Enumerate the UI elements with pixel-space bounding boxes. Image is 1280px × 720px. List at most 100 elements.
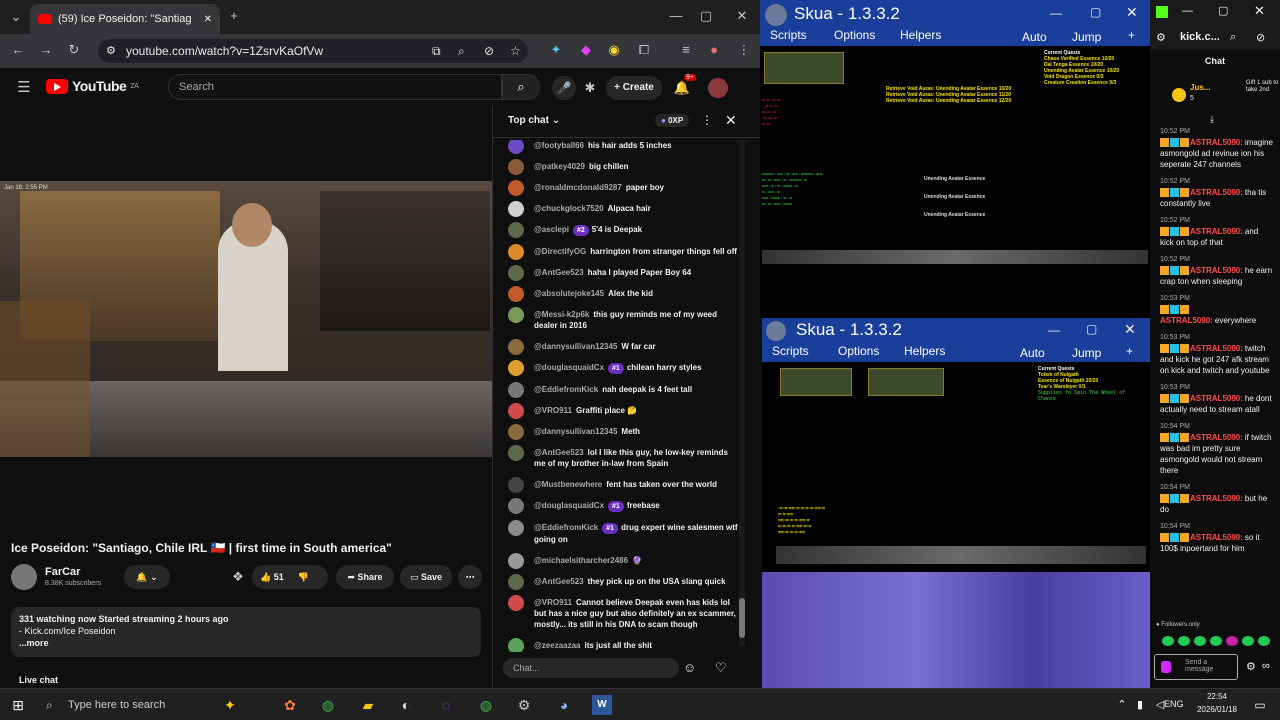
eye-off-icon[interactable]: ⊘: [1256, 31, 1265, 44]
youtube-logo[interactable]: YouTube ZA: [46, 78, 139, 94]
menu-auto[interactable]: Auto: [1020, 346, 1045, 360]
bookmark-star-icon[interactable]: ☆: [510, 39, 521, 63]
language-indicator[interactable]: ENG: [1164, 699, 1184, 709]
chat-author[interactable]: @douglasquaidCx: [534, 501, 604, 510]
chat-author[interactable]: @absolutejoke145: [534, 289, 604, 298]
chat-author[interactable]: @AntGee523: [534, 448, 584, 457]
hamburger-menu-icon[interactable]: ☰: [14, 78, 34, 98]
chat-author[interactable]: @EddiefromKick: [534, 385, 598, 394]
minimize-icon[interactable]: —: [666, 6, 686, 26]
create-button[interactable]: + Create: [606, 76, 662, 100]
chat-author[interactable]: @dannysullivan12345: [534, 427, 617, 436]
chat-avatar[interactable]: [508, 201, 524, 217]
extensions-puzzle-icon[interactable]: ⧠: [634, 40, 654, 60]
chat-avatar[interactable]: [508, 403, 524, 419]
chat-avatar[interactable]: [508, 339, 524, 355]
kick-username[interactable]: ASTRAL5090:: [1190, 394, 1243, 403]
chrome-menu-icon[interactable]: ⋮: [734, 40, 754, 60]
more-actions-button[interactable]: ⋯: [458, 565, 482, 589]
extension-icon[interactable]: ✦: [546, 40, 566, 60]
chat-avatar[interactable]: [508, 180, 524, 196]
target-entry[interactable]: Unending Avatar Essence: [924, 212, 1004, 218]
chat-author[interactable]: @Mustbenewhere: [534, 480, 602, 489]
share-button[interactable]: ➦ Share: [336, 565, 394, 589]
chat-author[interactable]: @dannysullivan12345: [534, 342, 617, 351]
chat-input[interactable]: Chat...: [503, 658, 679, 678]
taskbar-search-input[interactable]: ⌕ Type here to search: [38, 693, 248, 717]
channel-avatar[interactable]: [11, 564, 37, 590]
reload-icon[interactable]: ↻: [64, 40, 84, 60]
chat-author[interactable]: @chuckglock7520: [534, 204, 604, 213]
close-icon[interactable]: ✕: [1124, 321, 1136, 338]
url-input[interactable]: ⚙ youtube.com/watch?v=1ZsrvKaOfVw ⧉ ⌕ ⊘ …: [98, 39, 528, 63]
emote-bar[interactable]: [1162, 636, 1272, 648]
like-button[interactable]: 👍 51 👎: [252, 565, 328, 589]
file-explorer-icon[interactable]: ▰: [358, 695, 378, 715]
zoom-icon[interactable]: ⌕: [1230, 31, 1236, 44]
chat-author[interactable]: @ronaldmcdonald9287: [534, 183, 622, 192]
network-icon[interactable]: ▮: [1130, 695, 1150, 715]
minimize-icon[interactable]: —: [1182, 5, 1193, 17]
menu-options[interactable]: Options: [838, 344, 879, 358]
tab-list-icon[interactable]: ⌄: [6, 7, 26, 27]
menu-jump[interactable]: Jump: [1072, 30, 1101, 44]
chat-author[interactable]: @VRO911: [534, 598, 572, 607]
skua-taskbar-icon[interactable]: ◕: [554, 695, 574, 715]
chat-avatar[interactable]: [508, 265, 524, 281]
add-icon[interactable]: +: [1126, 344, 1133, 358]
top-chat-dropdown[interactable]: Top chat ⌄: [508, 115, 560, 126]
chat-avatar[interactable]: [508, 638, 524, 652]
settings-icon[interactable]: ⚙: [514, 695, 534, 715]
notifications-bell-icon[interactable]: 🔔: [672, 78, 692, 98]
target-entry[interactable]: Unending Avatar Essence: [924, 176, 1004, 182]
cast-icon[interactable]: ⧉: [432, 39, 441, 63]
close-window-icon[interactable]: ✕: [732, 6, 752, 26]
channel-name[interactable]: FarCar: [45, 566, 80, 578]
chat-more-icon[interactable]: ⋮: [701, 113, 713, 127]
chat-avatar[interactable]: [508, 222, 524, 238]
app-icon[interactable]: ◐: [396, 695, 416, 715]
maximize-icon[interactable]: ▢: [1086, 322, 1097, 336]
chat-avatar[interactable]: [508, 498, 524, 514]
chat-avatar[interactable]: [508, 360, 524, 376]
chrome-icon-2[interactable]: ◍: [476, 695, 496, 715]
minimize-icon[interactable]: —: [1048, 323, 1060, 337]
subscribe-bell-button[interactable]: 🔔 ⌄: [124, 565, 170, 589]
profile-icon[interactable]: ●: [704, 40, 724, 60]
extension-icon-2[interactable]: ◆: [576, 40, 596, 60]
chrome-icon[interactable]: ◍: [318, 695, 338, 715]
maximize-icon[interactable]: ▢: [1218, 4, 1228, 17]
chat-avatar[interactable]: [508, 574, 524, 590]
menu-auto[interactable]: Auto: [1022, 30, 1047, 44]
chat-author[interactable]: @asclepi: [534, 225, 569, 234]
new-tab-icon[interactable]: +: [224, 6, 244, 26]
chat-avatar[interactable]: [508, 382, 524, 398]
video-player[interactable]: Jan 18, 2:55 PM: [0, 181, 492, 457]
search-button[interactable]: ⌕: [502, 74, 540, 100]
kick-username[interactable]: ASTRAL5090:: [1190, 494, 1243, 503]
kick-username[interactable]: ASTRAL5090:: [1190, 188, 1243, 197]
chat-author[interactable]: @EddiefromKick: [534, 523, 598, 532]
chat-avatar[interactable]: [508, 520, 524, 536]
chat-author[interactable]: @michaelsitharcher2486: [534, 556, 628, 565]
chat-avatar[interactable]: [508, 307, 524, 323]
game-action-bar[interactable]: [776, 546, 1146, 564]
heart-icon[interactable]: ♡: [715, 660, 727, 676]
app-icon-2[interactable]: ◌: [436, 695, 456, 715]
chat-author[interactable]: @Messi-k2p6k: [534, 310, 589, 319]
kick-username[interactable]: ASTRAL5090:: [1190, 533, 1243, 542]
menu-scripts[interactable]: Scripts: [772, 344, 809, 358]
chat-author[interactable]: @VRO911: [534, 406, 572, 415]
chat-avatar[interactable]: [508, 244, 524, 260]
chat-close-icon[interactable]: ✕: [725, 112, 737, 129]
maximize-icon[interactable]: ▢: [1090, 5, 1101, 19]
users-icon[interactable]: ∞: [1262, 660, 1270, 672]
chat-avatar[interactable]: [508, 286, 524, 302]
forward-icon[interactable]: →: [36, 40, 56, 60]
maximize-icon[interactable]: ▢: [696, 6, 716, 26]
clock-time[interactable]: 22:54: [1190, 692, 1244, 701]
kick-username[interactable]: ASTRAL5090:: [1190, 266, 1243, 275]
media-control-icon[interactable]: ≡: [676, 40, 696, 60]
gift-leaderboard[interactable]: Jus... 5 Gift 1 sub to take 2nd: [1170, 80, 1280, 110]
kick-username[interactable]: ASTRAL5090:: [1190, 138, 1243, 147]
